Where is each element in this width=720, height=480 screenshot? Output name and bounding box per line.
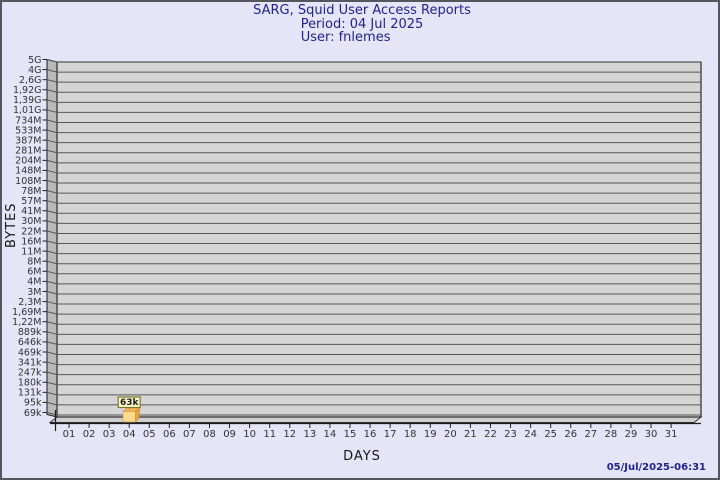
x-tick-label: 25 <box>544 429 557 440</box>
y-axis-title: BYTES <box>4 202 19 248</box>
generated-timestamp: 05/Jul/2025-06:31 <box>606 462 706 473</box>
x-tick-label: 15 <box>344 429 357 440</box>
x-tick-label: 26 <box>564 429 577 440</box>
x-tick-label: 01 <box>63 429 76 440</box>
x-tick-label: 08 <box>203 429 216 440</box>
x-tick-label: 12 <box>283 429 296 440</box>
x-tick-label: 11 <box>263 429 276 440</box>
x-tick-label: 21 <box>464 429 477 440</box>
x-tick-label: 16 <box>364 429 377 440</box>
x-tick-label: 20 <box>444 429 457 440</box>
x-tick-label: 30 <box>645 429 658 440</box>
x-tick-label: 02 <box>83 429 96 440</box>
x-tick-label: 13 <box>303 429 316 440</box>
floor-3d <box>48 416 703 423</box>
x-tick-label: 14 <box>324 429 337 440</box>
x-tick-label: 06 <box>163 429 176 440</box>
x-tick-label: 18 <box>404 429 417 440</box>
x-tick-label: 24 <box>524 429 537 440</box>
x-tick-label: 03 <box>103 429 116 440</box>
bar-front-face <box>122 411 136 423</box>
x-tick-label: 19 <box>424 429 437 440</box>
bytes-per-day-chart: 5G4G2,6G1,92G1,39G1,01G734M533M387M281M2… <box>12 55 703 440</box>
report-page: SARG, Squid User Access Reports Period: … <box>0 0 720 480</box>
x-tick-label: 05 <box>143 429 156 440</box>
x-tick-label: 23 <box>504 429 517 440</box>
x-tick-label: 10 <box>243 429 256 440</box>
y-tick-label: 69k <box>24 408 42 419</box>
x-tick-label: 31 <box>665 429 678 440</box>
bar-value-label: 63k <box>120 398 140 408</box>
x-tick-label: 17 <box>384 429 397 440</box>
x-tick-label: 09 <box>223 429 236 440</box>
x-tick-label: 04 <box>123 429 136 440</box>
x-tick-label: 29 <box>625 429 638 440</box>
x-tick-label: 07 <box>183 429 196 440</box>
x-tick-label: 28 <box>605 429 618 440</box>
x-tick-label: 22 <box>484 429 497 440</box>
x-tick-label: 27 <box>584 429 597 440</box>
plot-area <box>56 61 702 418</box>
